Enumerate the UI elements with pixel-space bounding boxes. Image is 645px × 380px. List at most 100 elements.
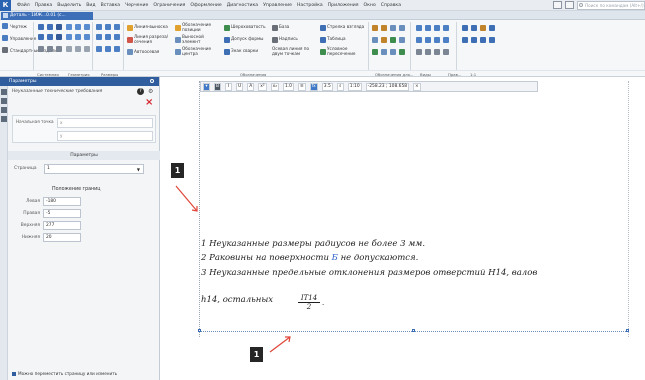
center-mark-icon[interactable]	[175, 49, 181, 55]
mode-standard-parts[interactable]: Стандартные изделия	[0, 44, 60, 56]
zoom-field[interactable]: 1:10	[347, 82, 362, 91]
section-view-icon[interactable]	[425, 25, 431, 31]
rotate-icon[interactable]	[75, 46, 81, 52]
macro-icon[interactable]	[489, 37, 495, 43]
point-icon[interactable]	[38, 24, 44, 30]
command-search-input[interactable]: Поиск по командам (Alt+/)	[577, 1, 645, 10]
ungroup-icon[interactable]	[399, 37, 405, 43]
chamfer-icon[interactable]	[56, 46, 62, 52]
line-icon[interactable]	[66, 24, 72, 30]
menu-settings[interactable]: Настройка	[297, 3, 323, 8]
leader-position-icon[interactable]	[175, 25, 181, 31]
properties-icon[interactable]	[471, 37, 477, 43]
polyline-icon[interactable]	[56, 34, 62, 40]
roughness-icon[interactable]	[224, 25, 230, 31]
mirror-icon[interactable]	[84, 34, 90, 40]
border-top-input[interactable]: 277	[43, 221, 81, 230]
panels-icon[interactable]	[565, 1, 574, 9]
leader-label[interactable]: Линия-выноска	[134, 24, 168, 30]
params-section-header[interactable]: Параметры	[8, 151, 160, 160]
view-arrow-label[interactable]: Выносной элемент	[182, 34, 220, 44]
menu-edit[interactable]: Правка	[35, 3, 52, 8]
insert-symbol-button[interactable]: fx	[309, 82, 318, 91]
jump-table-label[interactable]: Стрелка взгляда	[327, 24, 364, 30]
intersection-label[interactable]: Условное пересечение	[327, 46, 367, 56]
table-text-icon[interactable]	[320, 25, 326, 31]
editing-tool-icon[interactable]	[372, 25, 378, 31]
group-zoom[interactable]: 1:1	[470, 72, 476, 77]
inscription-icon[interactable]	[272, 37, 278, 43]
hatch-icon[interactable]	[38, 46, 44, 52]
projection-view-icon[interactable]	[443, 25, 449, 31]
group-icon[interactable]	[390, 37, 396, 43]
arc-length-icon[interactable]	[96, 46, 102, 52]
copy-icon[interactable]	[372, 37, 378, 43]
perpendicular-icon[interactable]	[390, 49, 396, 55]
table-icon[interactable]	[320, 37, 326, 43]
menu-design[interactable]: Оформление	[190, 3, 221, 8]
auto-dimension-icon[interactable]	[114, 46, 120, 52]
library-icon[interactable]	[480, 37, 486, 43]
intersection-icon[interactable]	[320, 49, 326, 55]
move-icon[interactable]	[66, 46, 72, 52]
cut-line-label[interactable]: Линия разреза/ сечения	[134, 34, 172, 44]
weld-mark-icon[interactable]	[224, 49, 230, 55]
border-left-input[interactable]: -180	[43, 197, 81, 206]
segment-icon[interactable]	[47, 24, 53, 30]
settings-icon[interactable]: ⚙	[148, 88, 153, 95]
autoaxis-label[interactable]: Автоосевая	[134, 49, 159, 55]
menu-help[interactable]: Справка	[381, 3, 401, 8]
frame-handle[interactable]	[626, 329, 629, 332]
constraint-icon[interactable]	[372, 49, 378, 55]
baseline-dimension-icon[interactable]	[114, 34, 120, 40]
help-icon[interactable]: ?	[137, 88, 144, 95]
menu-drawing[interactable]: Черчение	[125, 3, 148, 8]
group-dimensions[interactable]: Размеры	[101, 72, 118, 77]
list-icon[interactable]	[1, 107, 7, 113]
font-color-button[interactable]: A	[247, 82, 255, 91]
frame-handle[interactable]	[412, 329, 415, 332]
format-icon[interactable]	[434, 49, 440, 55]
transform-icon[interactable]	[390, 25, 396, 31]
chain-dimension-icon[interactable]	[105, 34, 111, 40]
drawing-canvas[interactable]: ▾ B I U A x² x₂ 1.0 ≡ fx 3.5 ⌕ 1:10 -258…	[161, 77, 645, 380]
roughness-label[interactable]: Шероховатость	[231, 24, 266, 30]
aux-view-icon[interactable]	[416, 37, 422, 43]
subscript-button[interactable]: x₂	[270, 82, 279, 91]
y-field[interactable]: y	[57, 131, 153, 141]
group-design-marks[interactable]: Обозначения для...	[375, 72, 413, 77]
measure-icon[interactable]	[489, 25, 495, 31]
radial-dimension-icon[interactable]	[114, 24, 120, 30]
view-icon[interactable]	[416, 25, 422, 31]
layout-icon[interactable]	[553, 1, 562, 9]
group-marks[interactable]: Обозначения	[240, 72, 266, 77]
circle-icon[interactable]	[56, 24, 62, 30]
edit-tool-icon[interactable]	[381, 25, 387, 31]
menu-constraints[interactable]: Ограничения	[153, 3, 185, 8]
array-icon[interactable]	[399, 25, 405, 31]
group-views[interactable]: Виды	[420, 72, 431, 77]
trim-icon[interactable]	[75, 34, 81, 40]
tolerance-icon[interactable]	[224, 37, 230, 43]
menu-file[interactable]: Файл	[17, 3, 30, 8]
info-icon[interactable]	[462, 37, 468, 43]
coordinates-icon[interactable]	[1, 116, 7, 122]
autoaxis-icon[interactable]	[127, 49, 133, 55]
line-spacing-field[interactable]: 3.5	[321, 82, 333, 91]
detail-view-icon[interactable]	[434, 25, 440, 31]
group-edit[interactable]: Прав...	[448, 72, 461, 77]
parallel-icon[interactable]	[381, 49, 387, 55]
report-icon[interactable]	[462, 25, 468, 31]
base-label[interactable]: База	[279, 24, 289, 30]
frame-handle[interactable]	[198, 329, 201, 332]
menu-view[interactable]: Вид	[86, 3, 95, 8]
mode-drawing[interactable]: Чертеж	[0, 20, 32, 32]
center-mark-label[interactable]: Обозначение центра	[182, 46, 220, 56]
menu-manage[interactable]: Управление	[263, 3, 292, 8]
inscription-label[interactable]: Надпись	[279, 36, 298, 42]
delete-icon[interactable]	[381, 37, 387, 43]
leader-position-label[interactable]: Обозначение позиции	[182, 22, 222, 32]
group-systems[interactable]: Системная	[37, 72, 59, 77]
font-size-field[interactable]: 1.0	[282, 82, 294, 91]
cancel-icon[interactable]: ×	[145, 97, 153, 108]
